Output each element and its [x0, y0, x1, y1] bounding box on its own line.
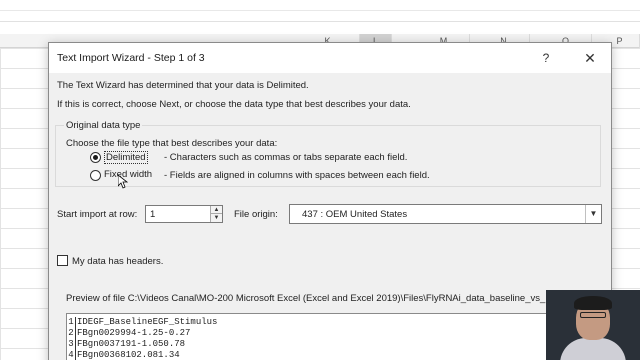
mouse-cursor-icon	[118, 175, 128, 189]
presenter-hair	[574, 296, 612, 310]
presenter-shirt	[560, 338, 626, 360]
text-import-wizard-dialog: Text Import Wizard - Step 1 of 3 ? ✕ The…	[48, 42, 612, 360]
webcam-overlay	[546, 290, 640, 360]
preview-row-number: 4	[67, 350, 76, 360]
original-data-type-group: Original data type Choose the file type …	[55, 120, 601, 187]
preview-row: 3 FBgn0037191-1.050.78	[67, 339, 186, 351]
intro-text-1: The Text Wizard has determined that your…	[57, 80, 309, 91]
delimited-description: - Characters such as commas or tabs sepa…	[164, 152, 408, 163]
preview-row: 1 IDEGF_BaselineEGF_Stimulus	[67, 317, 218, 329]
dialog-title: Text Import Wizard - Step 1 of 3	[57, 52, 205, 64]
help-button[interactable]: ?	[537, 49, 555, 67]
dialog-titlebar[interactable]: Text Import Wizard - Step 1 of 3 ? ✕	[49, 43, 611, 73]
delimited-label[interactable]: Delimited	[104, 151, 148, 164]
choose-file-type-label: Choose the file type that best describes…	[66, 138, 278, 149]
close-button[interactable]: ✕	[581, 49, 599, 67]
spin-down-icon[interactable]: ▼	[210, 214, 222, 222]
my-data-has-headers-label[interactable]: My data has headers.	[72, 256, 163, 267]
start-import-row-label: Start import at row:	[57, 209, 138, 220]
fixed-width-radio[interactable]	[90, 170, 101, 181]
start-import-row-value[interactable]: 1	[150, 209, 155, 220]
formula-bar-divider	[0, 10, 640, 11]
file-origin-label: File origin:	[234, 209, 278, 220]
fixed-width-label[interactable]: Fixed width	[104, 169, 152, 180]
file-origin-value: 437 : OEM United States	[302, 209, 408, 220]
preview-pane[interactable]: 1 IDEGF_BaselineEGF_Stimulus 2 FBgn0029994…	[66, 313, 576, 360]
preview-row-text: FBgn0029994-1.25-0.27	[77, 328, 191, 338]
my-data-has-headers-checkbox[interactable]	[57, 255, 68, 266]
preview-row-text: FBgn0037191-1.050.78	[77, 339, 186, 349]
preview-row: 4 FBgn00368102.081.34	[67, 350, 180, 360]
presenter-glasses	[580, 312, 606, 318]
fixed-width-description: - Fields are aligned in columns with spa…	[164, 170, 430, 181]
formula-bar	[0, 0, 640, 22]
group-label: Original data type	[64, 120, 143, 131]
file-origin-select[interactable]: 437 : OEM United States ▼	[289, 204, 602, 224]
preview-row-text: FBgn00368102.081.34	[77, 350, 180, 360]
preview-file-label: Preview of file C:\Videos Canal\MO-200 M…	[66, 293, 580, 304]
intro-text-2: If this is correct, choose Next, or choo…	[57, 99, 411, 110]
delimited-radio[interactable]	[90, 152, 101, 163]
spin-up-icon[interactable]: ▲	[210, 206, 222, 214]
chevron-down-icon[interactable]: ▼	[585, 205, 601, 223]
preview-row: 2 FBgn0029994-1.25-0.27	[67, 328, 191, 340]
start-import-row-stepper[interactable]: 1 ▲ ▼	[145, 205, 223, 223]
preview-row-text: IDEGF_BaselineEGF_Stimulus	[77, 317, 218, 327]
